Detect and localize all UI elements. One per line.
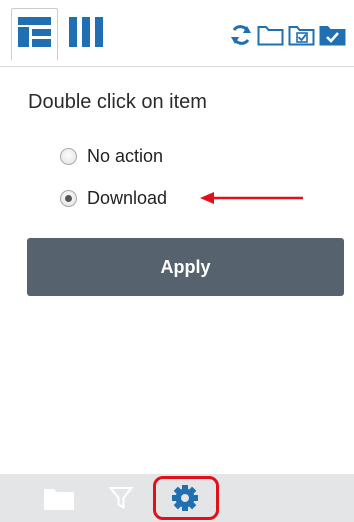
gear-icon[interactable] [171,484,199,512]
annotation-arrow-icon [200,191,304,210]
column-view-icon [68,16,103,52]
settings-heading: Double click on item [28,91,207,113]
bottom-tab-bar [0,474,354,522]
folder-icon[interactable] [44,486,74,510]
toolbar-actions [229,22,346,48]
radio-label-no-action: No action [87,145,164,166]
settings-panel: Double click on item No action Download … [0,67,354,474]
folder-checked-icon[interactable] [319,24,346,46]
select-folder-icon[interactable] [288,24,315,46]
toolbar [0,0,354,67]
apply-button[interactable]: Apply [27,238,344,296]
detail-view-button[interactable] [11,8,58,60]
filter-icon[interactable] [109,486,133,510]
detail-view-icon [18,17,51,52]
new-folder-icon[interactable] [257,24,284,46]
radio-button-selected[interactable] [60,189,77,207]
radio-no-action[interactable]: No action [60,143,163,169]
column-view-button[interactable] [62,8,109,60]
radio-label-download: Download [87,187,168,208]
radio-download[interactable]: Download [60,185,167,211]
refresh-icon[interactable] [229,24,253,46]
radio-button[interactable] [60,147,77,165]
